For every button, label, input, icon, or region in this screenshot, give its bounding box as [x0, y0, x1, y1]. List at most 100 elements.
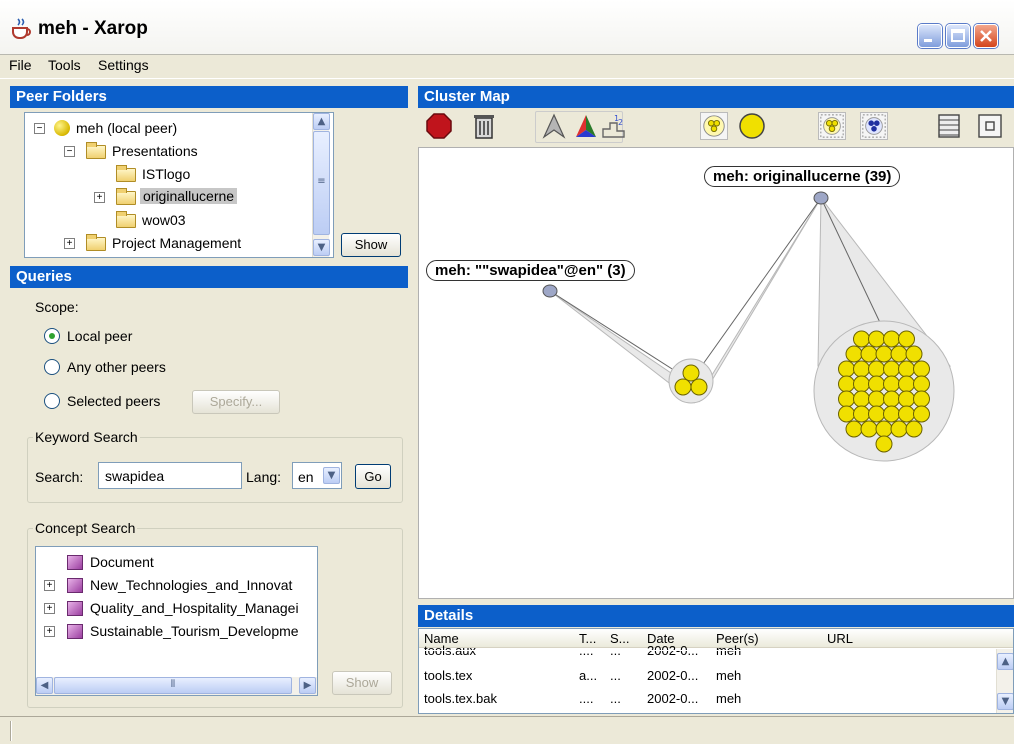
split-divider[interactable] — [412, 84, 417, 716]
chevron-down-icon[interactable]: ▼ — [323, 467, 340, 484]
cluster-label-originallucerne[interactable]: meh: originallucerne (39) — [704, 166, 901, 187]
concept-row-sustainable[interactable]: + Sustainable_Tourism_Developme — [36, 622, 316, 644]
table-row[interactable]: tools.tex.bak .... ... 2002-0... meh — [419, 690, 989, 710]
concept-label: Quality_and_Hospitality_Managei — [90, 600, 299, 616]
document-ball — [905, 420, 923, 438]
peer-folders-scrollbar[interactable]: ▲ ≡ ▼ — [312, 113, 330, 257]
menu-file[interactable]: File — [9, 57, 32, 73]
concept-row-quality[interactable]: + Quality_and_Hospitality_Managei — [36, 599, 316, 621]
window-title: meh - Xarop — [38, 18, 148, 39]
document-ball — [682, 364, 700, 382]
maximize-button[interactable] — [946, 24, 970, 48]
document-ball — [690, 378, 708, 396]
frame-view-icon[interactable] — [976, 112, 1004, 140]
tree-row-wow03[interactable]: wow03 — [25, 211, 325, 233]
rank-icon[interactable]: 1 2 — [600, 112, 628, 140]
tree-row-istlogo[interactable]: ISTlogo — [25, 165, 325, 187]
stop-icon[interactable] — [425, 112, 453, 140]
scroll-thumb[interactable]: ⦀ — [54, 677, 292, 694]
scroll-down-icon[interactable]: ▼ — [997, 693, 1013, 710]
go-button[interactable]: Go — [355, 464, 391, 489]
tree-row-presentations[interactable]: − Presentations — [25, 142, 325, 164]
tree-label-selected: originallucerne — [140, 188, 238, 204]
document-ball — [868, 360, 885, 378]
app-window: meh - Xarop File Tools Settings Peer Fol… — [0, 0, 1014, 744]
document-ball — [875, 345, 893, 363]
collapse-icon[interactable]: − — [64, 146, 75, 157]
trash-icon[interactable] — [470, 112, 498, 140]
document-ball — [845, 345, 863, 363]
cell-size: ... — [610, 668, 621, 683]
list-view-icon[interactable] — [935, 112, 963, 140]
clusters-icon[interactable] — [700, 112, 728, 140]
document-ball — [875, 420, 893, 438]
details-header: Details — [418, 605, 1014, 627]
document-ball — [898, 330, 915, 348]
close-button[interactable] — [974, 24, 998, 48]
expand-icon[interactable]: + — [44, 603, 55, 614]
scroll-right-icon[interactable]: ▶ — [299, 677, 316, 694]
cluster-view-a-icon[interactable] — [818, 112, 846, 140]
expand-icon[interactable]: + — [64, 238, 75, 249]
single-icon[interactable] — [738, 112, 766, 140]
minimize-button[interactable] — [918, 24, 942, 48]
radio-any-other-peers[interactable] — [44, 359, 60, 375]
document-ball — [868, 330, 885, 348]
document-ball — [913, 390, 930, 408]
concept-hscrollbar[interactable]: ◀ ⦀ ▶ — [36, 677, 317, 695]
menu-bar: File Tools Settings — [0, 55, 1014, 79]
radio-label[interactable]: Any other peers — [67, 359, 166, 375]
radio-local-peer[interactable] — [44, 328, 60, 344]
concept-row-document[interactable]: Document — [36, 553, 316, 575]
scroll-down-icon[interactable]: ▼ — [313, 239, 330, 256]
concept-icon — [67, 624, 83, 639]
concept-row-new-tech[interactable]: + New_Technologies_and_Innovat — [36, 576, 316, 598]
concept-icon — [67, 555, 83, 570]
concept-label: New_Technologies_and_Innovat — [90, 577, 293, 593]
keyword-search-legend: Keyword Search — [33, 429, 140, 445]
document-ball — [913, 360, 930, 378]
peer-show-button[interactable]: Show — [341, 233, 401, 257]
document-ball — [838, 390, 855, 408]
cluster-map-canvas[interactable]: meh: originallucerne (39) meh: ""swapide… — [418, 147, 1014, 599]
cluster-graph — [542, 191, 955, 462]
tree-row-local-peer[interactable]: − meh (local peer) — [25, 119, 325, 141]
document-ball — [853, 330, 870, 348]
folder-icon — [116, 188, 136, 205]
scroll-up-icon[interactable]: ▲ — [313, 113, 330, 130]
document-ball — [853, 360, 870, 378]
expand-icon[interactable]: + — [44, 580, 55, 591]
title-bar: meh - Xarop — [0, 0, 1014, 55]
concept-show-button[interactable]: Show — [332, 671, 392, 695]
tree-label: Presentations — [112, 143, 198, 159]
scroll-thumb[interactable]: ≡ — [313, 131, 330, 235]
menu-settings[interactable]: Settings — [98, 57, 149, 73]
tree-row-project-management[interactable]: + Project Management — [25, 234, 325, 256]
radio-label[interactable]: Local peer — [67, 328, 132, 344]
search-label: Search: — [35, 469, 84, 485]
scroll-left-icon[interactable]: ◀ — [36, 677, 53, 694]
graph-gray-icon[interactable] — [540, 112, 568, 140]
table-row[interactable]: tools.aux .... ... 2002-0... meh — [419, 639, 989, 659]
cluster-label-swapidea[interactable]: meh: ""swapidea"@en" (3) — [426, 260, 635, 281]
cluster-view-b-icon[interactable] — [860, 112, 888, 140]
radio-selected-peers[interactable] — [44, 393, 60, 409]
details-scrollbar[interactable]: ▲ ▼ — [996, 649, 1013, 713]
graph-color-icon[interactable] — [572, 112, 600, 140]
scroll-up-icon[interactable]: ▲ — [997, 653, 1013, 670]
search-input[interactable]: swapidea — [98, 462, 242, 489]
tree-row-originallucerne[interactable]: + originallucerne — [25, 188, 325, 210]
expand-icon[interactable]: + — [44, 626, 55, 637]
menu-tools[interactable]: Tools — [48, 57, 81, 73]
concept-search-legend: Concept Search — [33, 520, 138, 536]
concept-icon — [67, 601, 83, 616]
expand-icon[interactable]: + — [94, 192, 105, 203]
radio-label[interactable]: Selected peers — [67, 393, 160, 409]
concept-icon — [67, 578, 83, 593]
document-ball — [883, 330, 900, 348]
specify-button[interactable]: Specify... — [192, 390, 280, 414]
document-ball — [860, 345, 878, 363]
lang-select[interactable]: en ▼ — [292, 462, 342, 489]
table-row[interactable]: tools.tex a... ... 2002-0... meh — [419, 667, 989, 687]
collapse-icon[interactable]: − — [34, 123, 45, 134]
